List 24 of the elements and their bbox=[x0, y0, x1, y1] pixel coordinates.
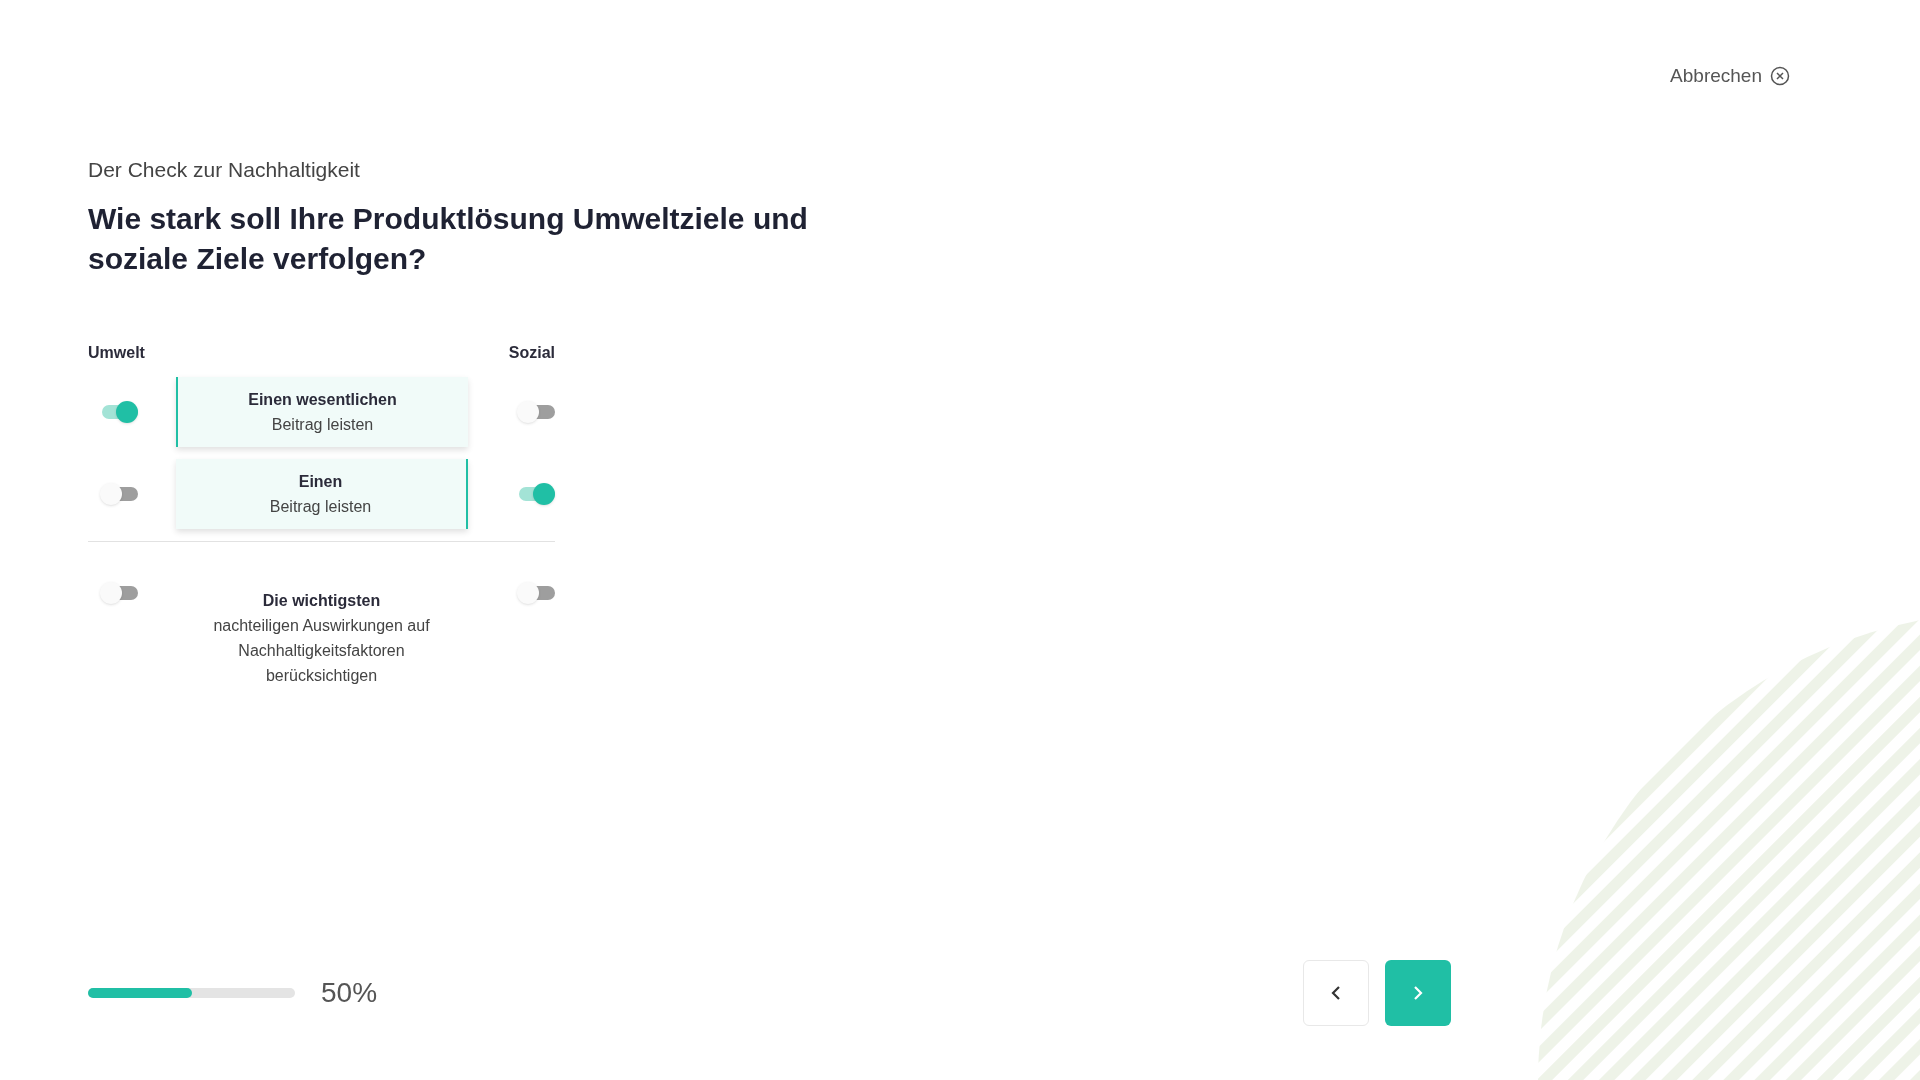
toggle-switch[interactable] bbox=[100, 399, 138, 425]
subtitle: Der Check zur Nachhaltigkeit bbox=[88, 156, 361, 183]
option-card[interactable]: Einen Beitrag leisten bbox=[175, 459, 468, 529]
chevron-left-icon bbox=[1330, 985, 1342, 1001]
option-text: nachteiligen Auswirkungen auf Nachhaltigkeitsfaktoren berücksichtigen bbox=[212, 616, 431, 686]
column-label: Umwelt bbox=[88, 343, 145, 363]
option-text: Beitrag leisten bbox=[269, 497, 372, 517]
cancel-button[interactable]: Abbrechen bbox=[1670, 62, 1790, 91]
question-heading: Wie stark soll Ihre Produktlösung Umweltziele und soziale Ziele verfolgen? bbox=[88, 201, 809, 277]
progress-percent: 50% bbox=[321, 976, 378, 1010]
chevron-right-icon bbox=[1412, 985, 1424, 1001]
option-text: Beitrag leisten bbox=[271, 415, 374, 435]
toggle-switch[interactable] bbox=[517, 580, 555, 606]
option-title: Einen wesentlichen bbox=[248, 390, 397, 410]
column-label: Sozial bbox=[508, 343, 555, 363]
option-title: Einen bbox=[298, 472, 343, 492]
option-card[interactable]: Einen wesentlichen Beitrag leisten bbox=[175, 377, 468, 447]
option-title: Die wichtigsten bbox=[262, 591, 381, 611]
toggle-switch[interactable] bbox=[100, 580, 138, 606]
option-card[interactable]: Die wichtigsten nachteiligen Auswirkungen auf Nachhaltigkeitsfaktoren berücksichtigen bbox=[175, 578, 468, 698]
toggle-switch[interactable] bbox=[517, 399, 555, 425]
close-icon bbox=[1770, 66, 1790, 87]
toggle-switch[interactable] bbox=[100, 481, 138, 507]
toggle-switch[interactable] bbox=[517, 481, 555, 507]
